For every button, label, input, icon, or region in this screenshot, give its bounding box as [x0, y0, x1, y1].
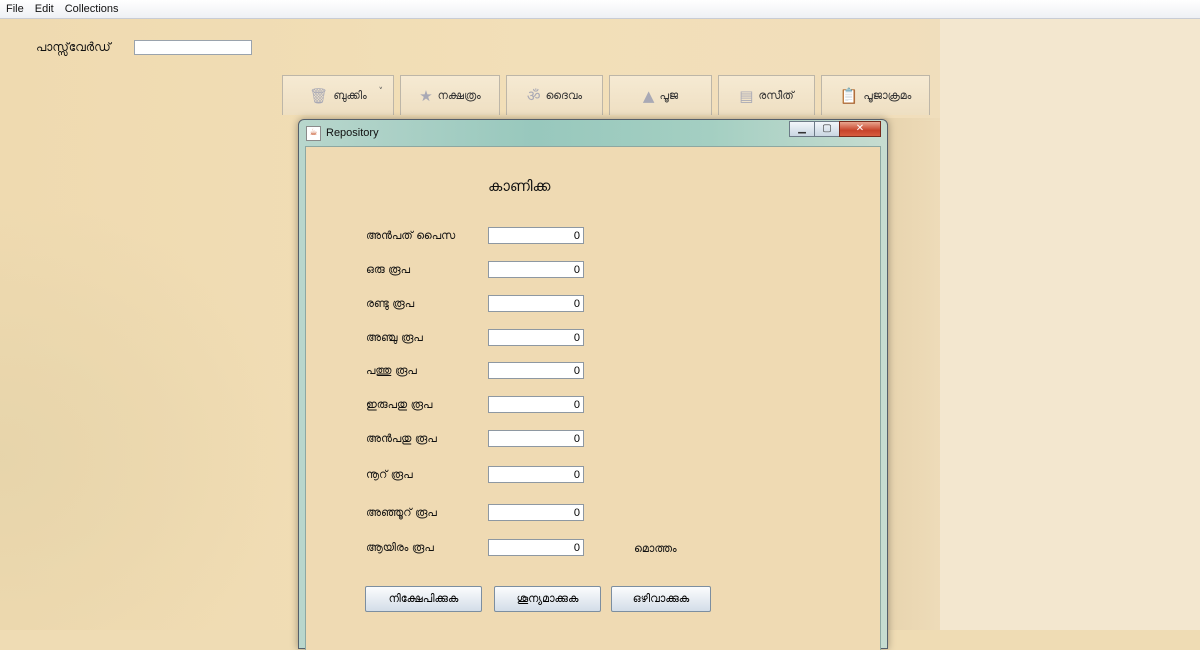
deposit-button[interactable]: നിക്ഷേപിക്കുക: [365, 586, 482, 612]
row-label-2-rupees: രണ്ടു രൂപ: [366, 297, 415, 310]
tab-label: നക്ഷത്രം: [437, 88, 481, 102]
row-label-500-rupees: അഞ്ഞൂറ് രൂപ: [366, 506, 437, 519]
input-1000-rupees[interactable]: [488, 539, 584, 556]
row-label-1-rupee: ഒരു രൂപ: [366, 263, 410, 276]
row-label-50-paise: അൻപത് പൈസ: [366, 229, 456, 242]
clipboard-icon: 📋: [839, 86, 859, 105]
tab-receipt[interactable]: ▤ രസീത്: [718, 75, 815, 115]
lamp-icon: ▲: [642, 86, 655, 105]
input-100-rupees[interactable]: [488, 466, 584, 483]
star-icon: ★: [419, 86, 433, 105]
input-5-rupees[interactable]: [488, 329, 584, 346]
dialog-titlebar[interactable]: ☕ Repository ▁ ▢ ✕: [299, 120, 887, 146]
input-500-rupees[interactable]: [488, 504, 584, 521]
dialog-content: കാണിക്ക അൻപത് പൈസ ഒരു രൂപ രണ്ടു രൂപ അഞ്ച…: [305, 146, 881, 650]
input-1-rupee[interactable]: [488, 261, 584, 278]
dialog-title: Repository: [326, 127, 379, 139]
tab-label: പൂജ: [659, 88, 679, 102]
row-label-100-rupees: നൂറ് രൂപ: [366, 468, 413, 481]
om-icon: ॐ: [526, 86, 541, 105]
minimize-button[interactable]: ▁: [789, 121, 815, 137]
tab-label: പൂജാക്രമം: [863, 88, 912, 102]
total-label: മൊത്തം: [634, 542, 677, 555]
close-button[interactable]: ✕: [839, 121, 881, 137]
java-icon: ☕: [306, 125, 321, 141]
row-label-20-rupees: ഇരുപതു രൂപ: [366, 398, 433, 411]
password-label: പാസ്സ്‌വേർഡ്: [36, 40, 111, 54]
tab-pooja-order[interactable]: 📋 പൂജാക്രമം: [821, 75, 930, 115]
input-50-rupees[interactable]: [488, 430, 584, 447]
clear-button[interactable]: ശൂന്യമാക്കുക: [494, 586, 601, 612]
input-20-rupees[interactable]: [488, 396, 584, 413]
tab-booking[interactable]: 🗑 ബുക്കിം ˅: [282, 75, 394, 115]
tab-label: ദൈവം: [545, 88, 583, 102]
cancel-button[interactable]: ഒഴിവാക്കുക: [611, 586, 711, 612]
menu-edit[interactable]: Edit: [29, 3, 59, 15]
input-2-rupees[interactable]: [488, 295, 584, 312]
row-label-1000-rupees: ആയിരം രൂപ: [366, 541, 434, 554]
tab-label: രസീത്: [758, 88, 794, 102]
tab-label: ബുക്കിം: [333, 88, 367, 102]
app-background-strip: [940, 18, 1200, 630]
menu-file[interactable]: File: [0, 3, 29, 15]
row-label-5-rupees: അഞ്ചു രൂപ: [366, 331, 423, 344]
window-controls: ▁ ▢ ✕: [789, 121, 881, 137]
maximize-button[interactable]: ▢: [814, 121, 840, 137]
receipt-icon: ▤: [739, 86, 754, 105]
input-50-paise[interactable]: [488, 227, 584, 244]
chevron-down-icon: ˅: [378, 87, 384, 97]
input-10-rupees[interactable]: [488, 362, 584, 379]
row-label-10-rupees: പത്തു രൂപ: [366, 364, 417, 377]
menu-collections[interactable]: Collections: [59, 3, 124, 15]
menu-bar: File Edit Collections: [0, 0, 1200, 19]
row-label-50-rupees: അൻപതു രൂപ: [366, 432, 437, 445]
tab-star[interactable]: ★ നക്ഷത്രം: [400, 75, 500, 115]
tab-pooja[interactable]: ▲ പൂജ: [609, 75, 712, 115]
password-input[interactable]: [134, 40, 252, 55]
tab-deity[interactable]: ॐ ദൈവം: [506, 75, 603, 115]
trash-icon: 🗑: [309, 86, 329, 105]
dialog-heading: കാണിക്ക: [488, 177, 551, 195]
repository-dialog: ☕ Repository ▁ ▢ ✕ കാണിക്ക അൻപത് പൈസ ഒരു…: [298, 119, 888, 650]
